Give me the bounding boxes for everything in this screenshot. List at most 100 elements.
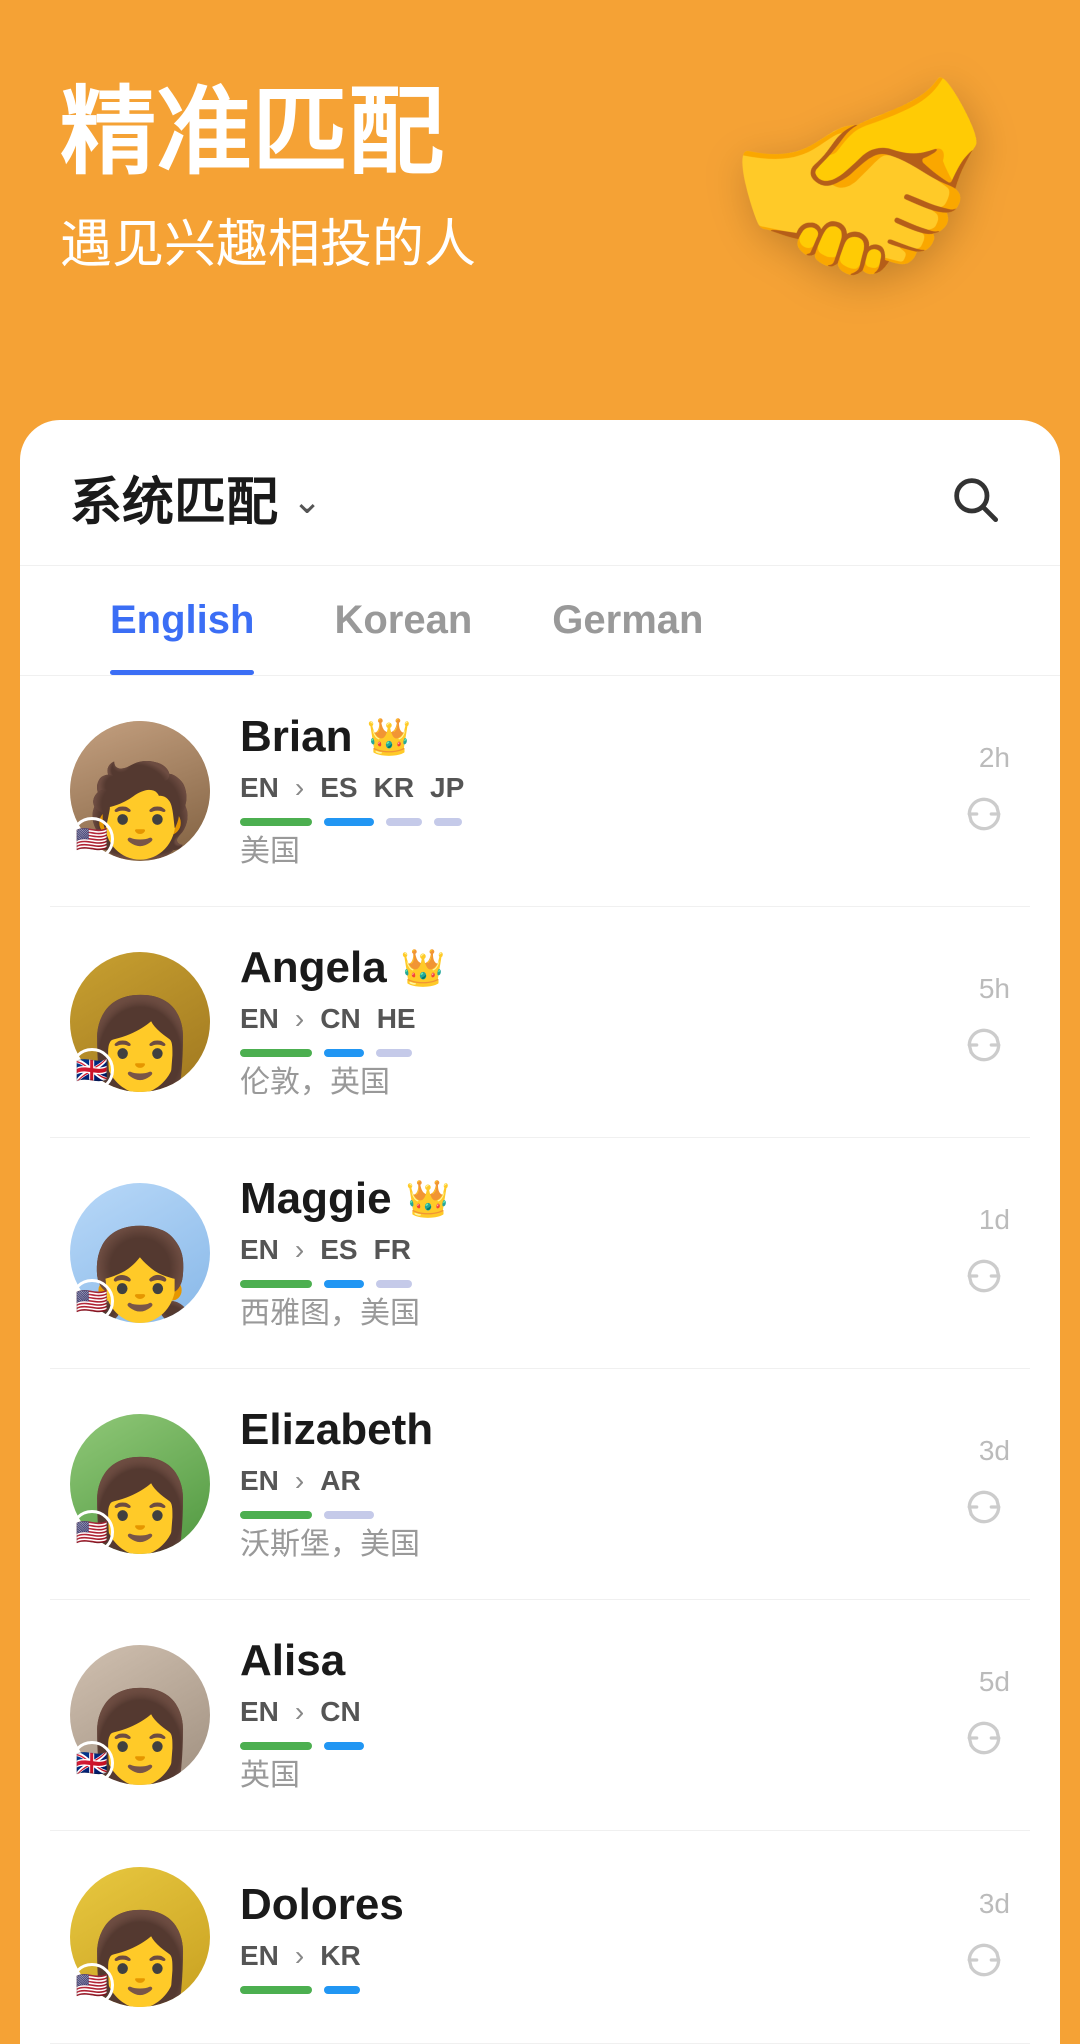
lang-bar-fr — [376, 1280, 412, 1288]
lang-to: ES — [320, 772, 357, 804]
user-name: Angela — [240, 943, 387, 993]
search-button[interactable] — [938, 462, 1010, 534]
lang-bar-kr — [386, 818, 422, 826]
sync-icon — [958, 1712, 1010, 1764]
flag-badge: 🇺🇸 — [70, 817, 114, 861]
lang-arrow: › — [295, 1003, 304, 1035]
user-name-row: Dolores — [240, 1880, 928, 1930]
flag-badge: 🇺🇸 — [70, 1279, 114, 1323]
chevron-down-icon[interactable]: ⌄ — [292, 480, 322, 522]
hero-section: 精准匹配 遇见兴趣相投的人 🤝 — [0, 0, 1080, 420]
user-info: Angela 👑 EN › CN HE 伦敦，英国 — [240, 943, 928, 1101]
lang-arrow: › — [295, 772, 304, 804]
sync-icon — [958, 1250, 1010, 1302]
list-item[interactable]: 👩 🇺🇸 Dolores EN › KR — [50, 1831, 1030, 2044]
user-info: Elizabeth EN › AR 沃斯堡，美国 — [240, 1405, 928, 1563]
tab-english[interactable]: English — [70, 566, 294, 675]
flag-badge: 🇺🇸 — [70, 1963, 114, 2007]
avatar-wrapper: 👩 🇺🇸 — [70, 1867, 210, 2007]
time-ago: 3d — [979, 1435, 1010, 1467]
lang-arrow: › — [295, 1465, 304, 1497]
user-meta: 3d — [958, 1435, 1010, 1533]
user-info: Brian 👑 EN › ES KR JP 美国 — [240, 712, 928, 870]
lang-to: KR — [320, 1940, 360, 1972]
list-item[interactable]: 👩 🇬🇧 Angela 👑 EN › CN HE — [50, 907, 1030, 1138]
user-meta: 2h — [958, 742, 1010, 840]
lang-bars — [240, 1280, 928, 1288]
user-name-row: Maggie 👑 — [240, 1174, 928, 1224]
lang-tags: EN › KR — [240, 1940, 928, 1972]
lang-bar-en — [240, 1049, 312, 1057]
lang-to: JP — [430, 772, 464, 804]
crown-icon: 👑 — [406, 1178, 451, 1220]
sync-icon — [958, 1481, 1010, 1533]
hero-image: 🤝 — [660, 0, 1080, 380]
user-name: Dolores — [240, 1880, 404, 1930]
lang-tags: EN › CN HE — [240, 1003, 928, 1035]
lang-arrow: › — [295, 1940, 304, 1972]
list-item[interactable]: 🧑 🇺🇸 Brian 👑 EN › ES KR JP — [50, 676, 1030, 907]
lang-tags: EN › AR — [240, 1465, 928, 1497]
flag-badge: 🇬🇧 — [70, 1048, 114, 1092]
user-location: 美国 — [240, 826, 928, 870]
lang-bar-en — [240, 1742, 312, 1750]
lang-bar-es — [324, 1280, 364, 1288]
list-item[interactable]: 👧 🇺🇸 Maggie 👑 EN › ES FR — [50, 1138, 1030, 1369]
lang-to: CN — [320, 1003, 360, 1035]
user-list: 🧑 🇺🇸 Brian 👑 EN › ES KR JP — [20, 676, 1060, 2044]
time-ago: 3d — [979, 1888, 1010, 1920]
list-item[interactable]: 👩 🇺🇸 Elizabeth EN › AR 沃斯堡，美国 — [50, 1369, 1030, 1600]
tab-korean[interactable]: Korean — [294, 566, 512, 675]
lang-tags: EN › ES FR — [240, 1234, 928, 1266]
main-card: 系统匹配 ⌄ English Korean German 🧑 🇺🇸 — [20, 420, 1060, 2044]
search-title-group[interactable]: 系统匹配 ⌄ — [70, 460, 322, 535]
crown-icon: 👑 — [366, 716, 411, 758]
sync-icon — [958, 788, 1010, 840]
list-item[interactable]: 👩 🇬🇧 Alisa EN › CN 英国 — [50, 1600, 1030, 1831]
crown-icon: 👑 — [401, 947, 446, 989]
lang-to: HE — [377, 1003, 416, 1035]
lang-bar-en — [240, 1280, 312, 1288]
lang-from: EN — [240, 1234, 279, 1266]
handshake-icon: 🤝 — [697, 22, 1043, 358]
lang-bar-en — [240, 1511, 312, 1519]
user-name: Brian — [240, 712, 352, 762]
lang-to: FR — [374, 1234, 411, 1266]
user-name-row: Alisa — [240, 1636, 928, 1686]
sync-icon — [958, 1934, 1010, 1986]
time-ago: 5h — [979, 973, 1010, 1005]
user-name: Maggie — [240, 1174, 392, 1224]
tab-bar: English Korean German — [20, 566, 1060, 676]
search-bar: 系统匹配 ⌄ — [20, 420, 1060, 566]
user-info: Alisa EN › CN 英国 — [240, 1636, 928, 1794]
user-name-row: Brian 👑 — [240, 712, 928, 762]
user-name-row: Angela 👑 — [240, 943, 928, 993]
lang-bar-en — [240, 818, 312, 826]
lang-bar-ar — [324, 1511, 374, 1519]
lang-arrow: › — [295, 1696, 304, 1728]
lang-arrow: › — [295, 1234, 304, 1266]
avatar-wrapper: 🧑 🇺🇸 — [70, 721, 210, 861]
lang-bars — [240, 1986, 928, 1994]
flag-badge: 🇬🇧 — [70, 1741, 114, 1785]
lang-bar-es — [324, 818, 374, 826]
lang-bar-kr — [324, 1986, 360, 1994]
lang-bar-jp — [434, 818, 462, 826]
search-title: 系统匹配 — [70, 460, 278, 535]
avatar-wrapper: 👩 🇬🇧 — [70, 1645, 210, 1785]
lang-tags: EN › CN — [240, 1696, 928, 1728]
lang-bars — [240, 1742, 928, 1750]
user-meta: 5h — [958, 973, 1010, 1071]
user-name: Elizabeth — [240, 1405, 433, 1455]
lang-bar-en — [240, 1986, 312, 1994]
avatar-wrapper: 👩 🇺🇸 — [70, 1414, 210, 1554]
lang-to: ES — [320, 1234, 357, 1266]
lang-bar-he — [376, 1049, 412, 1057]
user-info: Dolores EN › KR — [240, 1880, 928, 1994]
tab-german[interactable]: German — [512, 566, 743, 675]
time-ago: 1d — [979, 1204, 1010, 1236]
lang-tags: EN › ES KR JP — [240, 772, 928, 804]
user-meta: 5d — [958, 1666, 1010, 1764]
lang-from: EN — [240, 1696, 279, 1728]
lang-to: CN — [320, 1696, 360, 1728]
